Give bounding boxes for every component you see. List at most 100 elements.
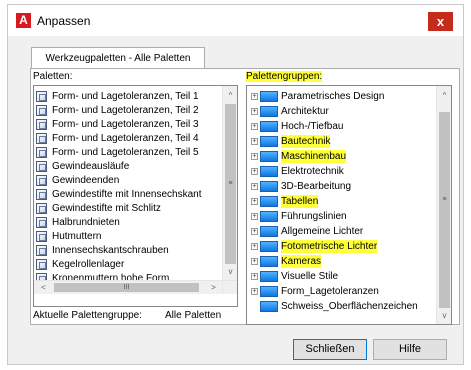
palettes-hscroll-thumb[interactable]: III [54,283,199,292]
palette-group-item[interactable]: + Hoch-/Tiefbau [247,120,435,133]
palette-list-item[interactable]: Form- und Lagetoleranzen, Teil 4 [34,132,220,145]
window-title: Anpassen [37,14,91,28]
palette-group-icon [260,211,278,222]
scroll-left-arrow-icon[interactable]: < [36,281,51,294]
palette-list-item[interactable]: Gewindestifte mit Schlitz [34,202,220,215]
expand-plus-icon[interactable]: + [251,108,258,115]
tool-palette-icon [36,175,47,186]
customize-dialog: A Anpassen x Werkzeugpaletten - Alle Pal… [7,4,464,365]
palettes-horizontal-scrollbar[interactable]: < III > [34,280,223,294]
palette-group-item[interactable]: + Tabellen [247,195,435,208]
expand-plus-icon[interactable]: + [251,258,258,265]
palette-group-item[interactable]: + Elektrotechnik [247,165,435,178]
palette-list-item[interactable]: Halbrundnieten [34,216,220,229]
scroll-right-arrow-icon[interactable]: > [206,281,221,294]
palette-group-item[interactable]: + Architektur [247,105,435,118]
expand-plus-icon[interactable]: + [251,93,258,100]
palette-list-item[interactable]: Hutmuttern [34,230,220,243]
palette-group-item[interactable]: +3D-Bearbeitung [247,180,435,193]
help-button[interactable]: Hilfe [373,339,447,360]
palette-group-label: Führungslinien [281,211,347,222]
palette-list-item[interactable]: Form- und Lagetoleranzen, Teil 2 [34,104,220,117]
palette-group-item[interactable]: + Form_Lagetoleranzen [247,285,435,298]
palettes-scroll-thumb[interactable]: ≡ [225,104,236,264]
palette-group-label: Elektrotechnik [281,166,344,177]
palette-groups-label: Palettengruppen: [246,71,323,83]
tool-palette-icon [36,189,47,200]
expand-plus-icon[interactable]: + [251,198,258,205]
expand-plus-icon[interactable]: + [251,273,258,280]
palette-item-label: Hutmuttern [52,231,102,242]
palette-group-label: Tabellen [281,195,319,208]
palette-group-icon [260,181,278,192]
palette-item-label: Gewindestifte mit Schlitz [52,203,161,214]
palette-group-icon [260,91,278,102]
palette-item-label: Innensechskantschrauben [52,245,169,256]
palette-item-label: Form- und Lagetoleranzen, Teil 3 [52,119,199,130]
palette-group-label: Fotometrische Lichter [281,240,378,253]
palette-group-icon [260,196,278,207]
groups-vertical-scrollbar[interactable]: ^ ≡ v [436,86,451,324]
expand-plus-icon[interactable]: + [251,213,258,220]
expand-plus-icon[interactable]: + [251,138,258,145]
tab-all-palettes[interactable]: Werkzeugpaletten - Alle Paletten [31,47,205,69]
palette-group-icon [260,301,278,312]
palette-groups-tree[interactable]: Schweiss_Oberflächenzeichen + Form_Lagetol… [246,85,452,325]
palette-group-item[interactable]: + Bautechnik [247,135,435,148]
palette-list-item[interactable]: Kegelrollenlager [34,258,220,271]
palette-group-label: Bautechnik [281,135,331,148]
expand-plus-icon[interactable]: + [251,288,258,295]
expand-plus-icon[interactable]: + [251,183,258,190]
palette-list-item[interactable]: Gewindestifte mit Innensechskant [34,188,220,201]
expand-plus-icon[interactable]: + [251,123,258,130]
palettes-list[interactable]: Kronenmuttern hohe Form Kegelrollenlager I… [33,85,238,307]
palette-item-label: Gewindeausläufe [52,161,130,172]
palette-group-label: Form_Lagetoleranzen [281,286,379,297]
autocad-logo-icon: A [16,13,31,28]
palette-group-item[interactable]: + Parametrisches Design [247,90,435,103]
expand-plus-icon[interactable]: + [251,153,258,160]
palette-group-item[interactable]: + Maschinenbau [247,150,435,163]
palette-group-icon [260,151,278,162]
expand-plus-icon[interactable]: + [251,228,258,235]
scroll-up-arrow-icon[interactable]: ^ [437,88,451,104]
palette-list-item[interactable]: Form- und Lagetoleranzen, Teil 1 [34,90,220,103]
palette-list-item[interactable]: Gewindeausläufe [34,160,220,173]
palette-group-icon [260,106,278,117]
palette-item-label: Form- und Lagetoleranzen, Teil 5 [52,147,199,158]
palette-group-item[interactable]: + Führungslinien [247,210,435,223]
palette-group-item[interactable]: + Visuelle Stile [247,270,435,283]
palette-item-label: Form- und Lagetoleranzen, Teil 1 [52,91,199,102]
palette-group-label: Visuelle Stile [281,271,339,282]
palette-group-icon [260,241,278,252]
title-bar: A Anpassen x [8,5,463,36]
scroll-up-arrow-icon[interactable]: ^ [223,88,237,104]
current-group-value: Alle Paletten [165,310,222,321]
palette-group-item[interactable]: + Fotometrische Lichter [247,240,435,253]
palette-group-icon [260,271,278,282]
palette-list-item[interactable]: Innensechskantschrauben [34,244,220,257]
palette-group-icon [260,226,278,237]
palette-group-label: Parametrisches Design [281,91,385,102]
palette-list-item[interactable]: Form- und Lagetoleranzen, Teil 5 [34,146,220,159]
palette-group-item[interactable]: + Allgemeine Lichter [247,225,435,238]
tool-palette-icon [36,91,47,102]
palette-list-item[interactable]: Form- und Lagetoleranzen, Teil 3 [34,118,220,131]
palette-group-icon [260,166,278,177]
palette-groups-label-text: Palettengruppen: [246,71,323,82]
palette-list-item[interactable]: Gewindeenden [34,174,220,187]
tool-palette-icon [36,105,47,116]
scroll-down-arrow-icon[interactable]: v [223,264,237,280]
tool-palette-icon [36,133,47,144]
palettes-vertical-scrollbar[interactable]: ^ ≡ v [222,86,237,280]
palette-group-icon [260,286,278,297]
close-window-button[interactable]: x [428,12,453,31]
scroll-down-arrow-icon[interactable]: v [437,308,451,324]
expand-plus-icon[interactable]: + [251,168,258,175]
close-button[interactable]: Schließen [293,339,367,360]
palette-group-item[interactable]: + Kameras [247,255,435,268]
expand-plus-icon[interactable]: + [251,243,258,250]
groups-scroll-thumb[interactable]: ≡ [439,112,450,308]
palette-group-item[interactable]: Schweiss_Oberflächenzeichen [247,300,435,313]
current-group-label: Aktuelle Palettengruppe: [33,310,142,321]
